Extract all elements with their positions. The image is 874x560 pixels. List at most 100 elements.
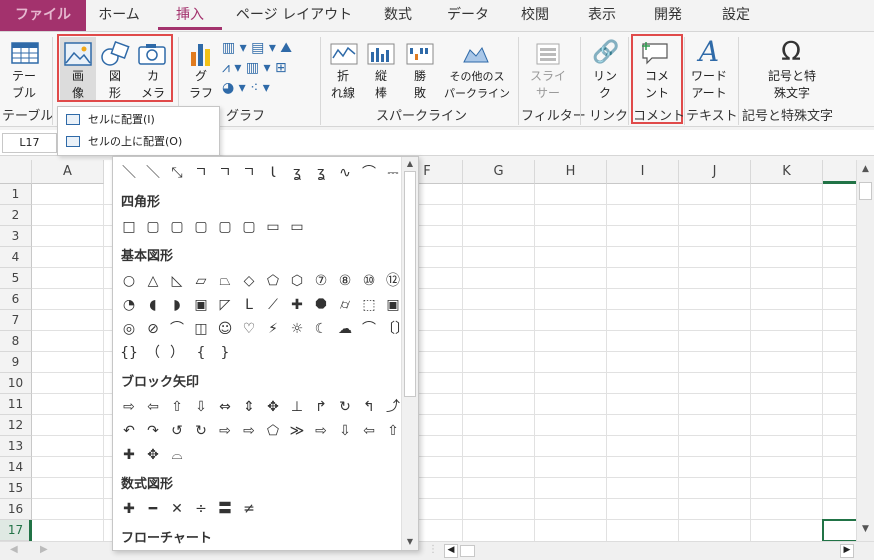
shape-option[interactable]: L xyxy=(237,295,261,315)
slicer-button[interactable]: スライ サー xyxy=(530,68,566,102)
shape-option[interactable]: ʓ xyxy=(285,163,309,183)
shape-option[interactable]: ↺ xyxy=(165,421,189,441)
shape-option[interactable]: ⇔ xyxy=(213,397,237,417)
shape-option[interactable]: ⊥ xyxy=(285,397,309,417)
shape-row-lines[interactable]: ＼ ＼ ⤡ ㄱㄱㄱ Ɩʓ ʓ ∿ ⌒ ⎓ xyxy=(117,163,405,183)
shape-option[interactable]: ＼ xyxy=(141,163,165,183)
shape-option[interactable]: ▢ xyxy=(237,217,261,237)
shape-row-basic[interactable]: ◔ ◖ ◗ ▣ ◸ L ⟋ ✚ ⯃ ⌭ ⬚ ▣ xyxy=(117,295,405,315)
shape-option[interactable]: ㄱ xyxy=(237,163,261,183)
shape-option[interactable]: ↶ xyxy=(117,421,141,441)
camera-button[interactable]: カ メラ xyxy=(136,68,170,102)
shape-option[interactable]: ♡ xyxy=(237,319,261,339)
symbol-button[interactable]: 記号と特 殊文字 xyxy=(762,68,822,102)
shape-option[interactable]: } xyxy=(213,343,237,363)
shape-option[interactable]: （ xyxy=(141,343,165,363)
shape-option[interactable]: ㄱ xyxy=(213,163,237,183)
shape-option[interactable]: ✚ xyxy=(117,499,141,519)
shape-option[interactable]: ʓ xyxy=(309,163,333,183)
row-header[interactable]: 13 xyxy=(0,436,32,457)
link-button[interactable]: リン ク xyxy=(588,68,622,102)
shape-row-arrows[interactable]: ⇨ ⇦ ⇧ ⇩ ⇔ ⇕ ✥ ⊥ ↱ ↻ ↰ ⤴ xyxy=(117,397,405,417)
shape-option[interactable]: △ xyxy=(141,271,165,291)
row-header[interactable]: 11 xyxy=(0,394,32,415)
row-header[interactable]: 16 xyxy=(0,499,32,520)
shape-option[interactable]: ↱ xyxy=(309,397,333,417)
shape-option[interactable]: ⯃ xyxy=(309,295,333,315)
row-header[interactable]: 8 xyxy=(0,331,32,352)
sheet-nav-prev-icon[interactable]: ◀ xyxy=(10,544,18,555)
row-header-active[interactable]: 17 xyxy=(0,520,32,541)
shape-option[interactable]: ⇧ xyxy=(165,397,189,417)
shape-option[interactable]: ≫ xyxy=(285,421,309,441)
name-box[interactable]: L17 xyxy=(2,133,57,153)
tab-review[interactable]: 校閲 xyxy=(508,0,562,31)
selected-cell[interactable] xyxy=(822,519,856,541)
shape-option[interactable]: 〓 xyxy=(213,499,237,519)
scroll-up-icon[interactable]: ▲ xyxy=(404,159,416,169)
tab-view[interactable]: 表示 xyxy=(574,0,630,31)
row-header[interactable]: 1 xyxy=(0,184,32,205)
column-header[interactable]: I xyxy=(607,160,679,184)
shape-option[interactable]: ⌒ xyxy=(357,163,381,183)
shape-option[interactable]: ↻ xyxy=(189,421,213,441)
shape-option[interactable]: ◺ xyxy=(165,271,189,291)
shape-option[interactable]: ✚ xyxy=(117,445,141,465)
shape-option[interactable]: ㄱ xyxy=(189,163,213,183)
scroll-thumb[interactable] xyxy=(859,182,872,200)
hscroll-right-icon[interactable]: ▶ xyxy=(840,544,854,558)
shape-option[interactable]: ▢ xyxy=(213,217,237,237)
tab-home[interactable]: ホーム xyxy=(86,0,152,31)
shape-option[interactable]: ▢ xyxy=(165,217,189,237)
shape-option[interactable]: ↻ xyxy=(333,397,357,417)
tab-data[interactable]: データ xyxy=(438,0,498,31)
select-all-corner[interactable] xyxy=(0,160,32,184)
shape-option[interactable]: ⑦ xyxy=(309,271,333,291)
shape-option[interactable]: ◔ xyxy=(117,295,141,315)
chart-type-icons[interactable]: ▥ ▾ ▤ ▾ ⛰ ⩘ ▾ ▥ ▾ ⊞ ◕ ▾ ⁖ ▾ xyxy=(222,38,298,102)
column-header[interactable]: J xyxy=(679,160,751,184)
hscroll-left-icon[interactable]: ◀ xyxy=(444,544,458,558)
row-header[interactable]: 14 xyxy=(0,457,32,478)
shape-option[interactable]: ⇦ xyxy=(141,397,165,417)
shape-option[interactable]: ☁ xyxy=(333,319,357,339)
shape-option[interactable]: ⑩ xyxy=(357,271,381,291)
shape-option[interactable]: ▢ xyxy=(189,217,213,237)
shape-option[interactable]: ▣ xyxy=(189,295,213,315)
shape-option[interactable]: ⏢ xyxy=(213,271,237,291)
row-header[interactable]: 2 xyxy=(0,205,32,226)
shape-option[interactable]: ⇨ xyxy=(309,421,333,441)
shape-option[interactable]: ⇩ xyxy=(189,397,213,417)
shape-option[interactable]: ↰ xyxy=(357,397,381,417)
sparkline-line-button[interactable]: 折 れ線 xyxy=(326,68,360,102)
shape-option[interactable]: ✚ xyxy=(285,295,309,315)
row-header[interactable]: 5 xyxy=(0,268,32,289)
row-header[interactable]: 12 xyxy=(0,415,32,436)
scroll-thumb[interactable] xyxy=(404,171,416,397)
shape-row-basic[interactable]: ○ △ ◺ ▱ ⏢ ◇ ⬠ ⬡ ⑦ ⑧ ⑩ ⑫ xyxy=(117,271,405,291)
shape-option[interactable]: ▭ xyxy=(261,217,285,237)
shape-option[interactable]: ） xyxy=(165,343,189,363)
shape-row-math[interactable]: ✚ ━ ✕ ÷ 〓 ≠ xyxy=(117,499,261,519)
hscroll-thumb[interactable] xyxy=(460,545,475,557)
shape-option[interactable]: Ɩ xyxy=(261,163,285,183)
shape-option[interactable]: ⇕ xyxy=(237,397,261,417)
scroll-down-icon[interactable]: ▼ xyxy=(859,524,872,536)
shape-option[interactable]: ◸ xyxy=(213,295,237,315)
shape-option[interactable]: ◇ xyxy=(237,271,261,291)
shape-option[interactable]: ⇨ xyxy=(237,421,261,441)
sheet-nav-next-icon[interactable]: ▶ xyxy=(40,544,48,555)
shape-option[interactable]: ◎ xyxy=(117,319,141,339)
shape-row-arrows[interactable]: ✚ ✥ ⌓ xyxy=(117,445,189,465)
shape-option[interactable]: ⇩ xyxy=(333,421,357,441)
shape-option[interactable]: ⇦ xyxy=(357,421,381,441)
shape-option[interactable]: ▱ xyxy=(189,271,213,291)
tab-developer[interactable]: 開発 xyxy=(640,0,696,31)
shape-option[interactable]: ＼ xyxy=(117,163,141,183)
menu-place-in-cell[interactable]: セルに配置(I) xyxy=(62,110,217,130)
shape-row-rectangles[interactable]: □ ▢ ▢ ▢ ▢ ▢ ▭ ▭ xyxy=(117,217,309,237)
tab-settings[interactable]: 設定 xyxy=(708,0,764,31)
shape-option[interactable]: ◖ xyxy=(141,295,165,315)
options-dots-icon[interactable]: ⋮ xyxy=(428,544,438,555)
row-header[interactable]: 4 xyxy=(0,247,32,268)
